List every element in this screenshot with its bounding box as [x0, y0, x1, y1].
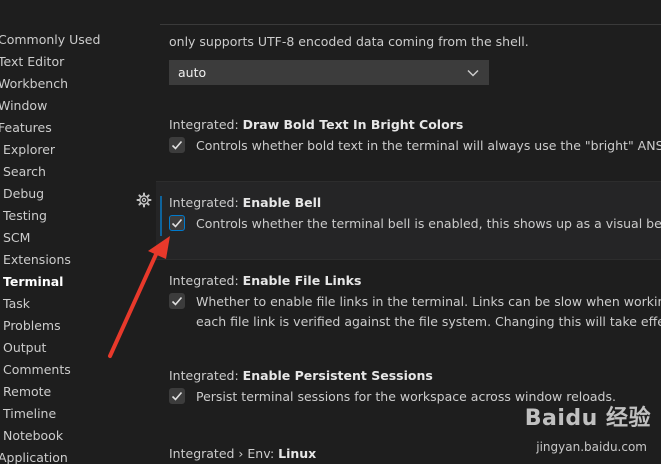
setting-checkbox-row: Controls whether the terminal bell is en… [169, 214, 661, 234]
watermark-logo: Baidu 经验 [524, 406, 651, 431]
gear-icon[interactable] [136, 192, 152, 208]
setting-category: Integrated: [169, 117, 243, 132]
toc-item-task[interactable]: Task [3, 294, 30, 314]
toc-item-notebook[interactable]: Notebook [3, 426, 63, 446]
setting-description: only supports UTF-8 encoded data coming … [169, 34, 529, 49]
setting-draw-bold-text: Integrated: Draw Bold Text In Bright Col… [169, 116, 661, 156]
setting-title: Integrated: Enable Persistent Sessions [169, 367, 661, 385]
toc-item-comments[interactable]: Comments [3, 360, 71, 380]
toc-item-features[interactable]: Features [0, 118, 52, 138]
check-icon [171, 296, 183, 306]
toc-item-timeline[interactable]: Timeline [3, 404, 56, 424]
enable-file-links-checkbox[interactable] [169, 293, 185, 309]
setting-description: Controls whether bold text in the termin… [196, 138, 661, 153]
toc-item-scm[interactable]: SCM [3, 228, 30, 248]
setting-title: Integrated: Enable Bell [169, 194, 661, 212]
encoding-dropdown[interactable]: auto [169, 60, 489, 85]
draw-bold-checkbox[interactable] [169, 137, 185, 153]
setting-category: Integrated: [169, 195, 243, 210]
setting-title: Integrated: Draw Bold Text In Bright Col… [169, 116, 661, 134]
toc-item-text-editor[interactable]: Text Editor [0, 52, 64, 72]
toc-item-testing[interactable]: Testing [3, 206, 47, 226]
toc-item-extensions[interactable]: Extensions [3, 250, 71, 270]
setting-title: Integrated: Enable File Links [169, 272, 661, 290]
toc-item-application[interactable]: Application [0, 448, 68, 464]
header-divider [160, 24, 661, 25]
setting-encoding: only supports UTF-8 encoded data coming … [169, 32, 661, 52]
setting-enable-file-links: Integrated: Enable File Links Whether to… [169, 272, 661, 332]
toc-item-search[interactable]: Search [3, 162, 46, 182]
toc-item-remote[interactable]: Remote [3, 382, 51, 402]
toc-item-workbench[interactable]: Workbench [0, 74, 68, 94]
check-icon [171, 218, 183, 228]
dropdown-value: auto [178, 65, 207, 80]
setting-name: Enable Persistent Sessions [242, 368, 433, 383]
setting-category: Integrated › Env: [169, 446, 279, 461]
editor-header [0, 0, 661, 30]
focus-indicator [160, 196, 162, 236]
toc-item-commonly-used[interactable]: Commonly Used [0, 30, 100, 50]
setting-description-line-1: Whether to enable file links in the term… [196, 294, 661, 309]
setting-description-line-2: each file link is verified against the f… [196, 314, 661, 329]
check-icon [171, 140, 183, 150]
setting-name: Enable File Links [242, 273, 362, 288]
watermark-url: jingyan.baidu.com [536, 440, 647, 454]
setting-checkbox-row: Whether to enable file links in the term… [169, 292, 661, 312]
toc-item-output[interactable]: Output [3, 338, 46, 358]
setting-checkbox-row: Controls whether bold text in the termin… [169, 136, 661, 156]
setting-name: Linux [278, 446, 317, 461]
settings-editor: Commonly Used Text Editor Workbench Wind… [0, 0, 661, 464]
setting-category: Integrated: [169, 368, 243, 383]
setting-description: Controls whether the terminal bell is en… [196, 216, 661, 231]
toc-item-explorer[interactable]: Explorer [3, 140, 55, 160]
toc-item-window[interactable]: Window [0, 96, 47, 116]
enable-bell-checkbox[interactable] [169, 215, 185, 231]
setting-name: Enable Bell [242, 195, 322, 210]
chevron-down-icon [467, 69, 479, 77]
setting-category: Integrated: [169, 273, 243, 288]
toc-item-problems[interactable]: Problems [3, 316, 61, 336]
toc-item-terminal[interactable]: Terminal [3, 272, 63, 292]
persistent-sessions-checkbox[interactable] [169, 388, 185, 404]
setting-enable-bell: Integrated: Enable Bell Controls whether… [169, 194, 661, 234]
baidu-watermark: Baidu 经验 jingyan.baidu.com [475, 398, 655, 458]
settings-toc: Commonly Used Text Editor Workbench Wind… [0, 30, 150, 464]
setting-name: Draw Bold Text In Bright Colors [242, 117, 464, 132]
check-icon [171, 391, 183, 401]
toc-item-debug[interactable]: Debug [3, 184, 44, 204]
